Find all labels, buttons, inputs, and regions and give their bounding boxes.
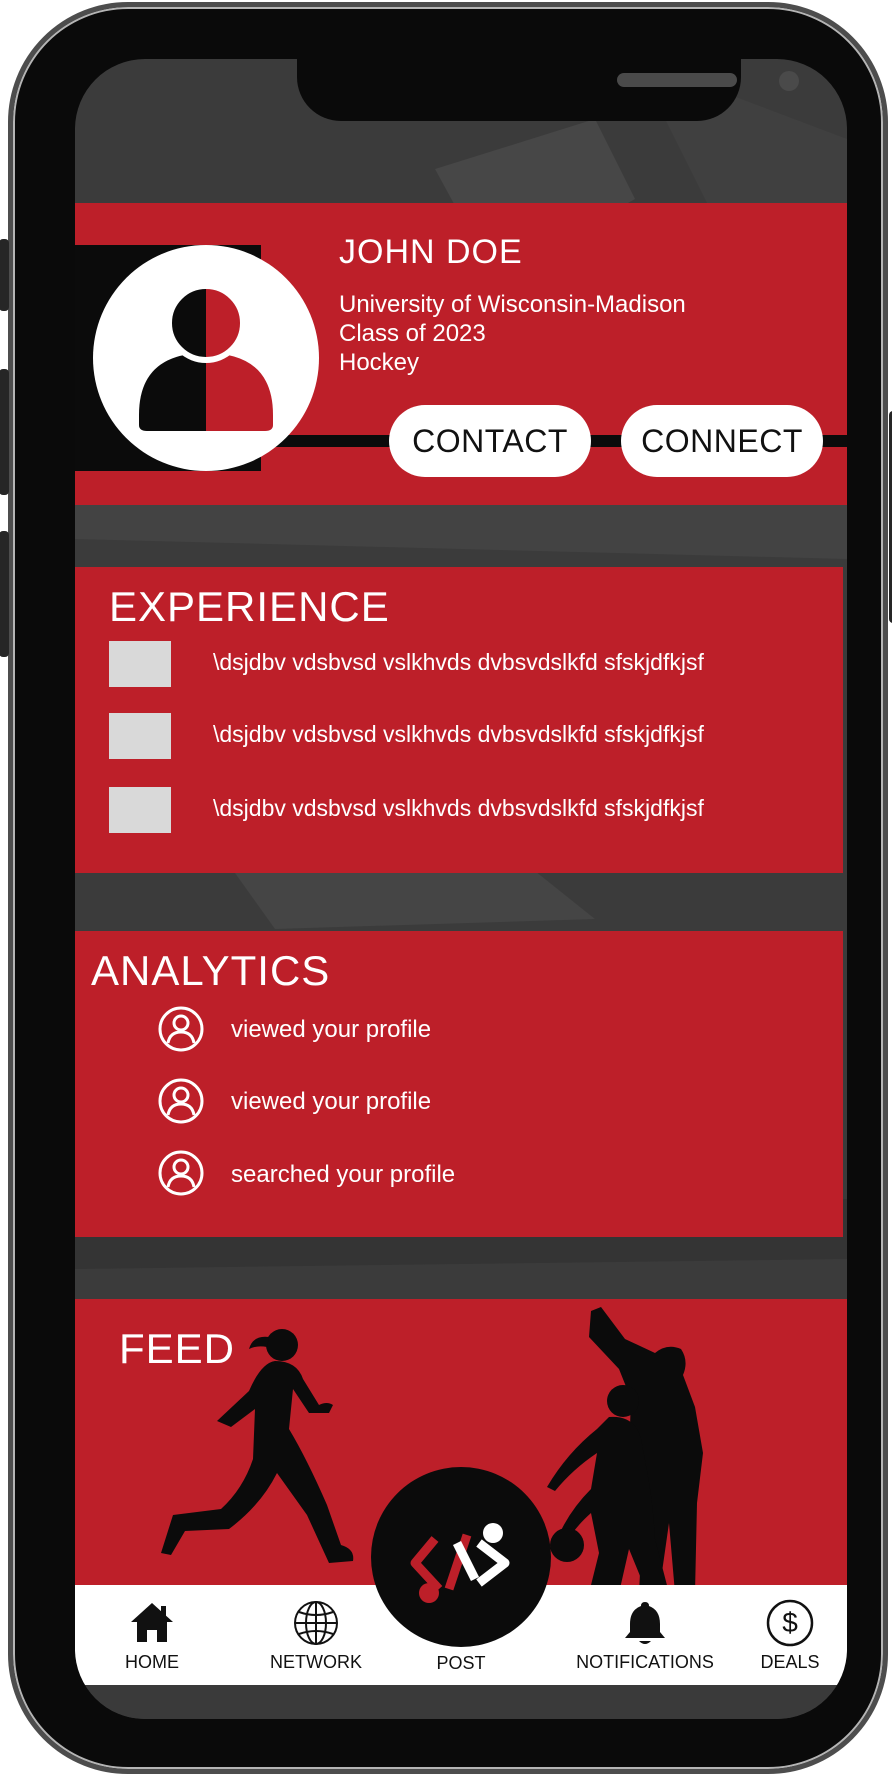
app-screen: JOHN DOE University of Wisconsin-Madison… xyxy=(75,59,847,1719)
basketball-players-silhouette xyxy=(547,1307,703,1593)
phone-notch xyxy=(297,59,799,121)
home-icon xyxy=(131,1603,173,1642)
tab-notifications-label: NOTIFICATIONS xyxy=(576,1652,714,1672)
bell-icon xyxy=(625,1602,665,1644)
runner-silhouette xyxy=(161,1329,354,1563)
tab-network-label: NETWORK xyxy=(270,1652,362,1672)
connect-button[interactable]: CONNECT xyxy=(621,405,823,477)
experience-logo xyxy=(109,641,171,687)
person-icon xyxy=(139,283,273,431)
tab-deals[interactable]: $ DEALS xyxy=(743,1585,837,1685)
tab-deals-label: DEALS xyxy=(760,1652,820,1672)
experience-item-3[interactable]: \dsjdbv vdsbvsd vslkhvds dvbsvdslkfd sfs… xyxy=(213,795,704,822)
profile-class-year: Class of 2023 xyxy=(339,320,486,347)
user-circle-icon xyxy=(158,1078,204,1124)
tab-home[interactable]: HOME xyxy=(97,1585,207,1685)
experience-logo xyxy=(109,713,171,759)
dollar-icon: $ xyxy=(766,1599,814,1647)
user-circle-icon xyxy=(158,1006,204,1052)
analytics-item-2[interactable]: viewed your profile xyxy=(231,1088,431,1116)
profile-name: JOHN DOE xyxy=(339,233,523,271)
experience-logo xyxy=(109,787,171,833)
globe-icon xyxy=(294,1601,338,1645)
volume-up-button xyxy=(0,369,9,495)
analytics-item-1[interactable]: viewed your profile xyxy=(231,1016,431,1044)
analytics-item-3[interactable]: searched your profile xyxy=(231,1161,455,1189)
app-logo-icon xyxy=(410,1523,510,1603)
experience-item-1[interactable]: \dsjdbv vdsbvsd vslkhvds dvbsvdslkfd sfs… xyxy=(213,649,704,676)
silent-switch xyxy=(0,239,9,311)
tab-notifications[interactable]: NOTIFICATIONS xyxy=(575,1585,715,1685)
experience-title: EXPERIENCE xyxy=(109,583,390,630)
profile-sport: Hockey xyxy=(339,349,420,376)
avatar[interactable] xyxy=(93,245,319,471)
tab-network[interactable]: NETWORK xyxy=(251,1585,381,1685)
front-camera xyxy=(779,71,799,91)
speaker-grille xyxy=(617,73,737,87)
analytics-title: ANALYTICS xyxy=(91,947,331,994)
profile-school: University of Wisconsin-Madison xyxy=(339,291,686,318)
volume-down-button xyxy=(0,531,9,657)
svg-text:$: $ xyxy=(782,1607,798,1638)
phone-frame: JOHN DOE University of Wisconsin-Madison… xyxy=(0,2,892,1774)
experience-item-2[interactable]: \dsjdbv vdsbvsd vslkhvds dvbsvdslkfd sfs… xyxy=(213,721,704,748)
tab-post[interactable]: POST xyxy=(371,1653,551,1674)
home-indicator-area xyxy=(75,1685,847,1719)
tab-post-label: POST xyxy=(436,1653,486,1673)
contact-button[interactable]: CONTACT xyxy=(389,405,591,477)
tab-home-label: HOME xyxy=(125,1652,179,1672)
post-button[interactable] xyxy=(371,1467,551,1647)
user-circle-icon xyxy=(158,1150,204,1196)
